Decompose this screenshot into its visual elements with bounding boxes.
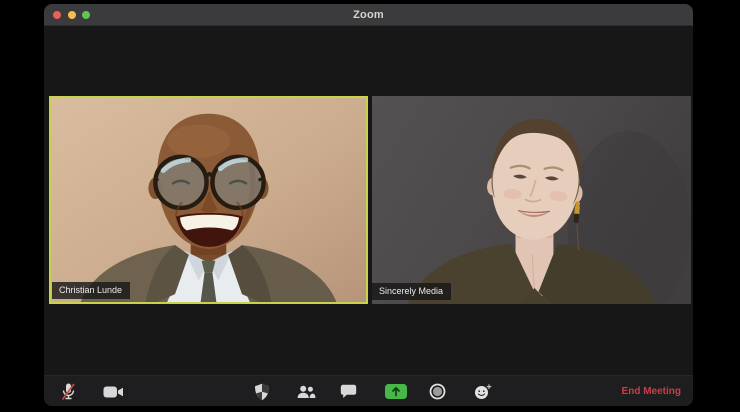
video-feed-man-laughing <box>51 98 366 302</box>
participants-button[interactable] <box>289 376 323 406</box>
record-icon <box>429 383 445 400</box>
participants-icon <box>297 385 315 398</box>
participant-name-label: Christian Lunde <box>52 282 131 299</box>
video-feed-woman-smiling <box>372 96 691 304</box>
share-screen-icon <box>392 386 400 397</box>
security-shield-icon <box>255 383 269 400</box>
microphone-muted-icon <box>61 383 75 401</box>
record-button[interactable] <box>420 376 454 406</box>
reactions-button[interactable] <box>466 376 500 406</box>
share-screen-button[interactable] <box>379 376 413 406</box>
mute-button[interactable] <box>51 376 85 406</box>
zoom-window: Zoom Christian Lunde Sincerely Media End… <box>44 4 693 406</box>
meeting-toolbar: End Meeting <box>44 375 693 406</box>
video-gallery: Christian Lunde Sincerely Media <box>44 27 693 375</box>
video-camera-icon <box>103 386 123 397</box>
chat-button[interactable] <box>331 376 365 406</box>
minimize-button[interactable] <box>67 11 76 19</box>
security-button[interactable] <box>245 376 279 406</box>
video-button[interactable] <box>96 376 130 406</box>
fullscreen-button[interactable] <box>82 11 90 19</box>
video-tile-sincerely-media[interactable]: Sincerely Media <box>372 96 691 304</box>
share-screen-pill <box>385 384 407 399</box>
chat-icon <box>340 384 356 398</box>
end-meeting-button[interactable]: End Meeting <box>622 376 681 406</box>
title-bar[interactable]: Zoom <box>44 4 693 26</box>
reactions-icon <box>475 383 492 399</box>
close-button[interactable] <box>53 11 61 19</box>
participant-name-label: Sincerely Media <box>372 283 452 300</box>
video-tile-christian-lunde[interactable]: Christian Lunde <box>49 96 368 304</box>
window-title: Zoom <box>353 8 384 21</box>
traffic-lights <box>53 4 90 26</box>
